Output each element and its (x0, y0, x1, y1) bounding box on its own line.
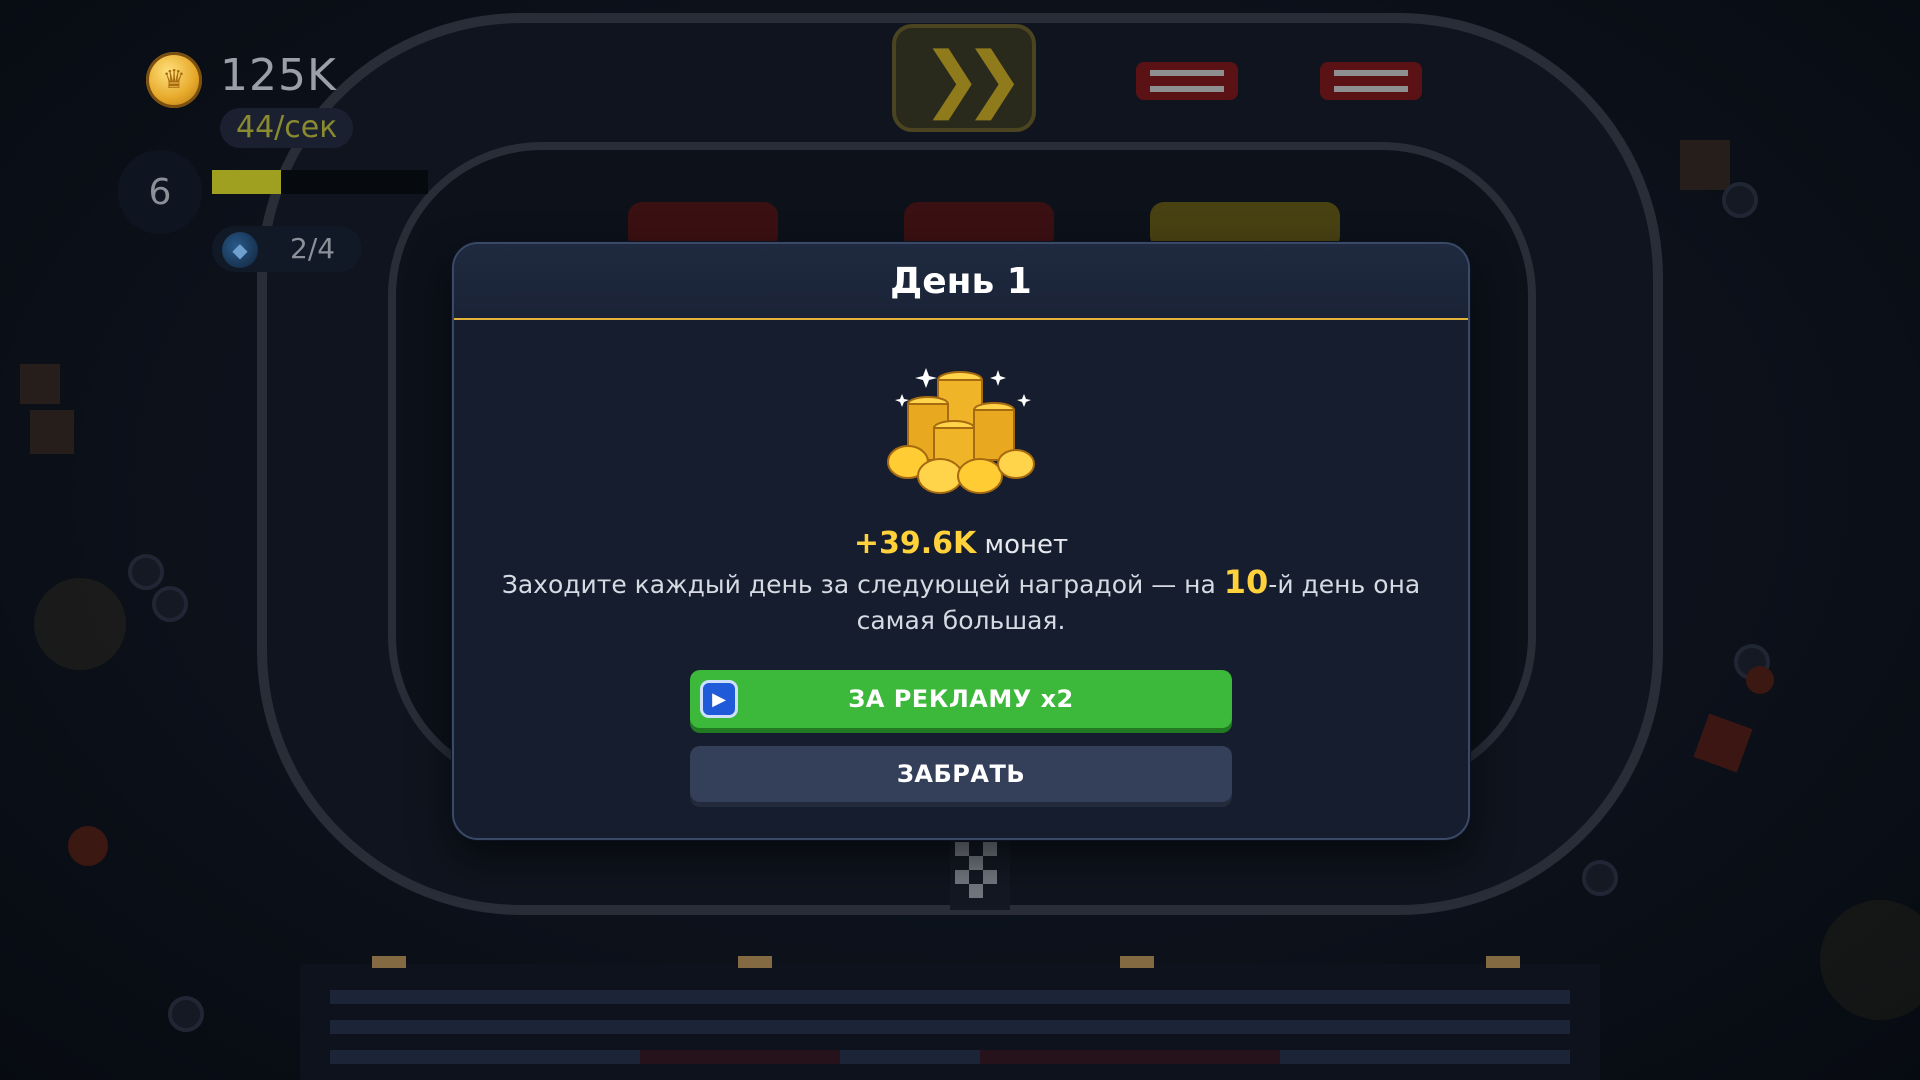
reward-amount: +39.6K (853, 526, 977, 561)
claim-button[interactable]: ЗАБРАТЬ (690, 746, 1232, 802)
xp-progress-fill (212, 170, 282, 194)
gem-counter: 2/4 (290, 232, 336, 265)
game-screen: ♛ 125K 44/сек 6 ◆ 2/4 ❯❯ День 1 +39.6K м… (0, 0, 1920, 1080)
fast-forward-button[interactable]: ❯❯ (892, 24, 1036, 132)
watch-ad-double-button[interactable]: ▶ ЗА РЕКЛАМУ x2 (690, 670, 1232, 728)
coin-rate-badge: 44/сек (220, 108, 354, 148)
blue-gem-icon: ◆ (222, 232, 258, 268)
fast-forward-icon: ❯❯ (921, 36, 1025, 120)
coin-pile-icon (887, 368, 1035, 494)
daily-reward-dialog: День 1 +39.6K монет Заходите каждый день… (452, 242, 1470, 840)
crown-coin-icon: ♛ (146, 52, 202, 108)
watch-ad-label: ЗА РЕКЛАМУ x2 (848, 685, 1074, 713)
claim-label: ЗАБРАТЬ (896, 760, 1026, 788)
reward-description: Заходите каждый день за следующей наград… (484, 564, 1438, 639)
play-video-icon: ▶ (700, 680, 738, 718)
dialog-header: День 1 (454, 244, 1468, 320)
xp-progress-bar (212, 170, 428, 194)
description-text-start: Заходите каждый день за следующей наград… (501, 570, 1224, 599)
reward-amount-line: +39.6K монет (454, 526, 1468, 561)
dialog-title: День 1 (890, 260, 1032, 302)
reward-unit: монет (984, 530, 1069, 560)
coin-balance: 125K (220, 50, 337, 101)
best-reward-day: 10 (1223, 563, 1269, 601)
player-level: 6 (118, 150, 202, 234)
